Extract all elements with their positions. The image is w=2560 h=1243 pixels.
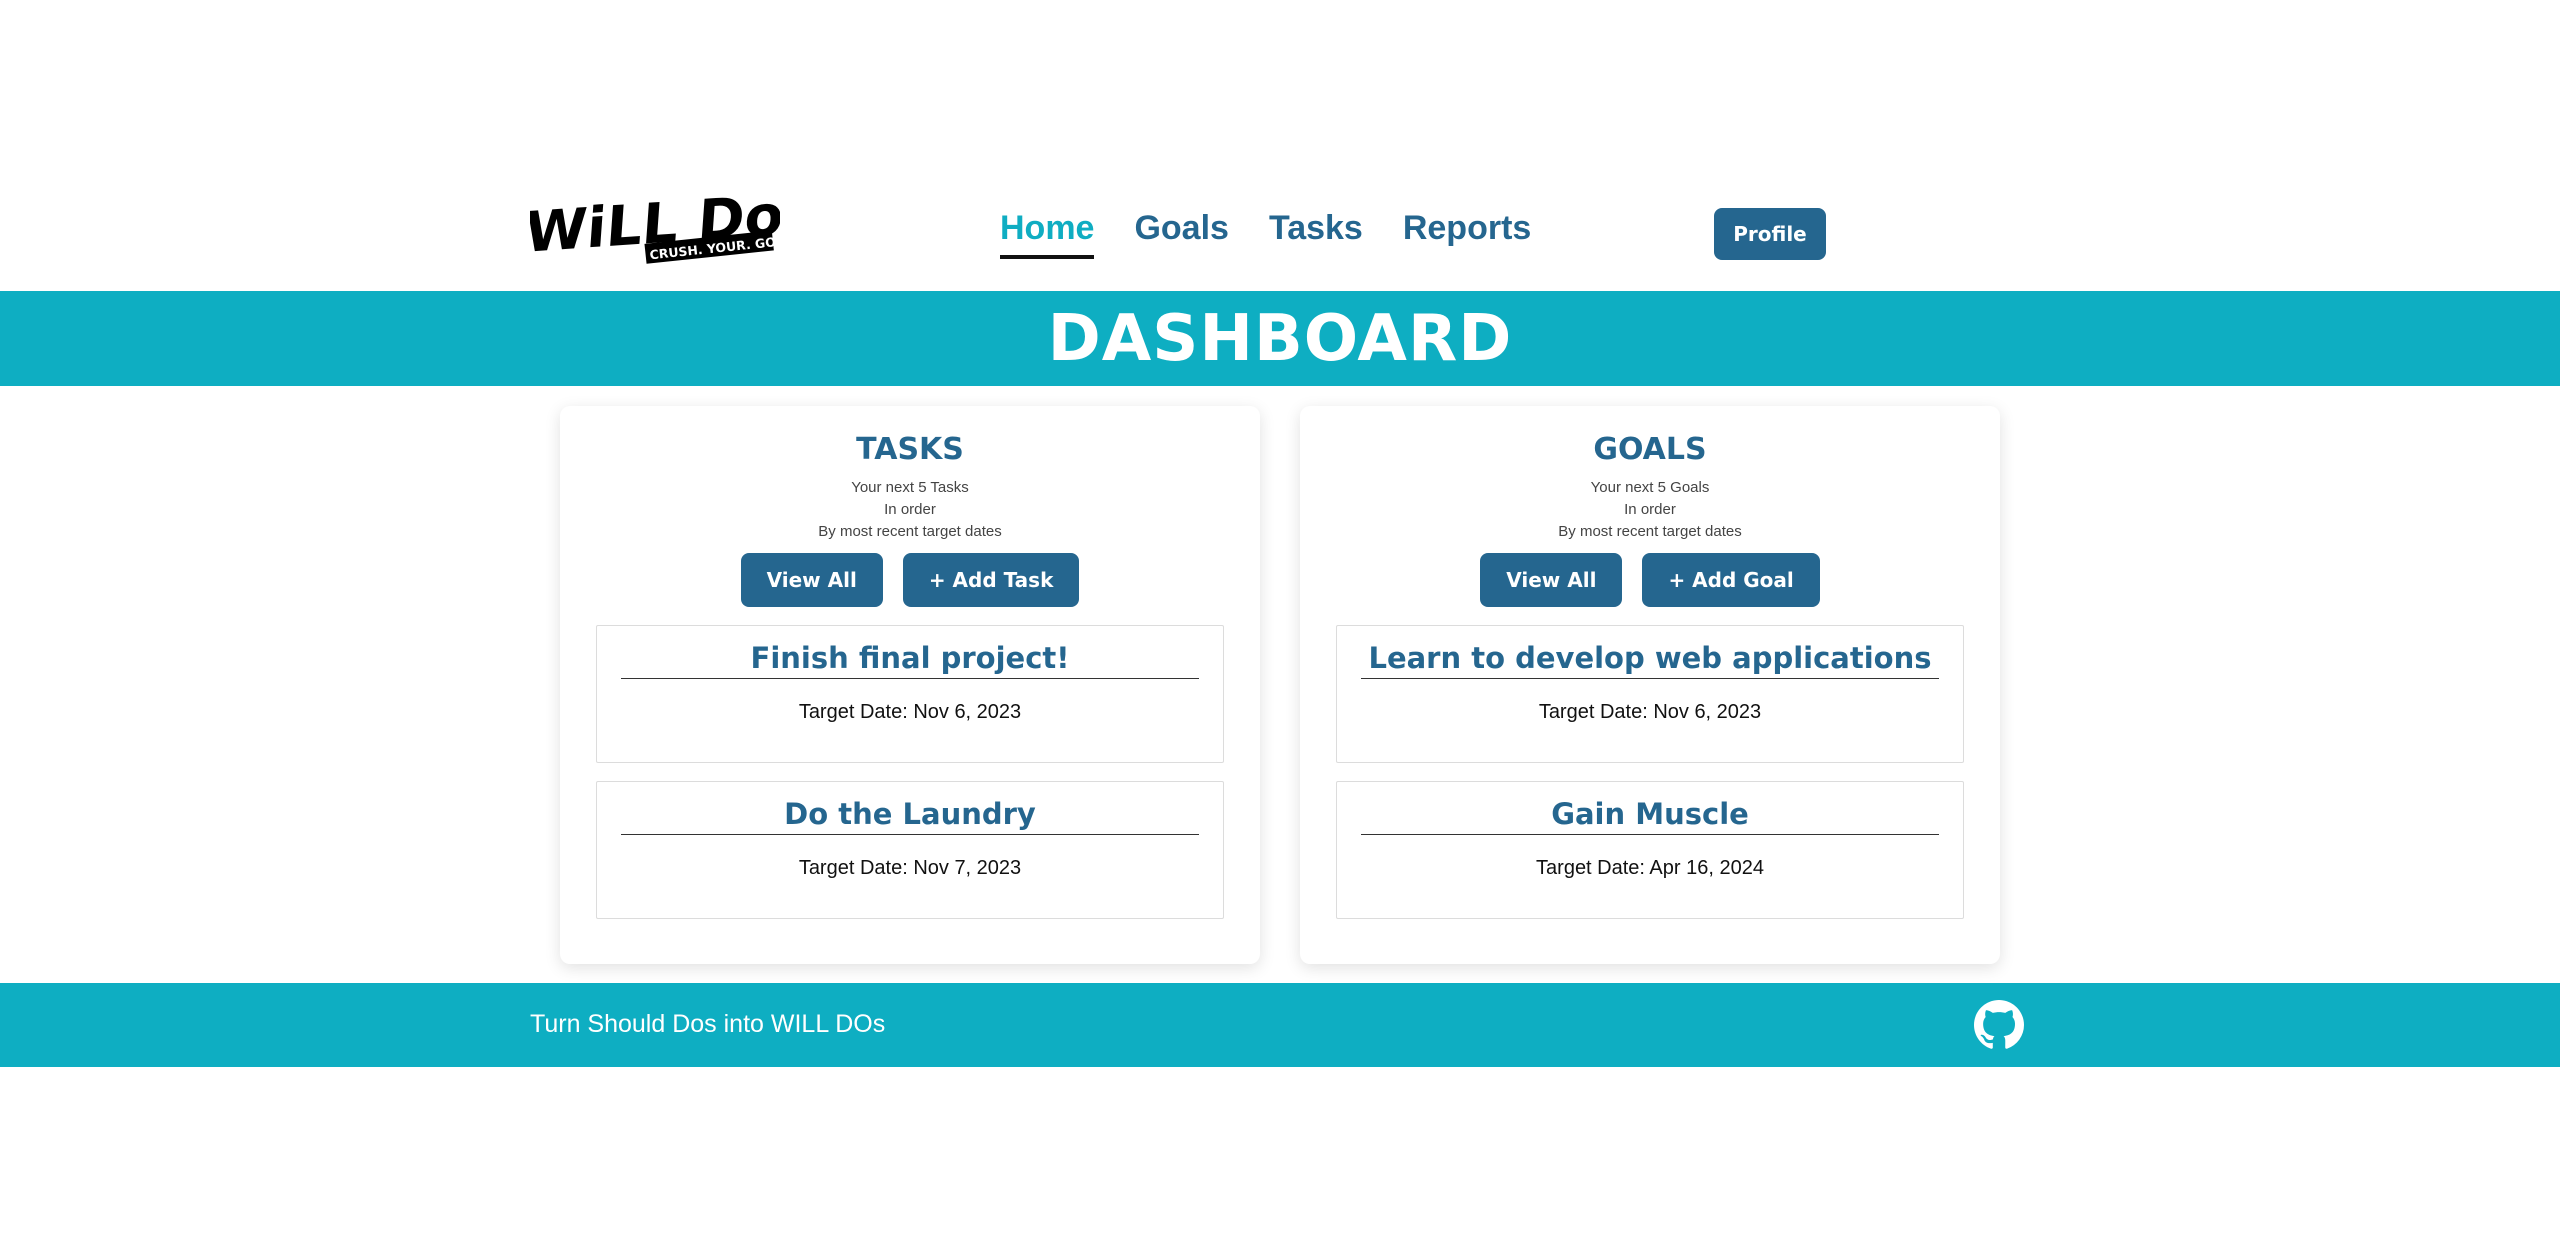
dashboard-banner: DASHBOARD	[0, 291, 2560, 386]
goal-card-title[interactable]: Learn to develop web applications	[1361, 640, 1939, 679]
tasks-panel: TASKS Your next 5 Tasks In order By most…	[560, 406, 1260, 964]
task-card-title[interactable]: Do the Laundry	[621, 796, 1199, 835]
task-card[interactable]: Finish final project! Target Date: Nov 6…	[596, 625, 1224, 763]
tasks-panel-title: TASKS	[856, 432, 964, 467]
view-all-tasks-button[interactable]: View All	[740, 553, 883, 607]
github-icon-graphic	[1974, 1000, 2024, 1049]
tasks-sub-line: Your next 5 Tasks	[851, 479, 969, 496]
task-card-title[interactable]: Finish final project!	[621, 640, 1199, 679]
goals-panel-subtitle: Your next 5 Goals In order By most recen…	[1300, 477, 2000, 543]
task-card-date: Target Date: Nov 6, 2023	[798, 701, 1022, 723]
tasks-actions: View All + Add Task	[560, 553, 1260, 607]
nav-tasks-link[interactable]: Tasks	[1269, 208, 1363, 255]
nav-reports-link[interactable]: Reports	[1403, 208, 1531, 255]
tasks-panel-subtitle: Your next 5 Tasks In order By most recen…	[560, 477, 1260, 543]
footer-tagline: Turn Should Dos into WILL DOs	[530, 1010, 886, 1038]
page-title: DASHBOARD	[1047, 301, 1513, 376]
goals-sub-line: By most recent target dates	[1558, 523, 1742, 540]
view-all-goals-button[interactable]: View All	[1480, 553, 1623, 607]
add-task-button[interactable]: + Add Task	[902, 553, 1080, 607]
goal-card[interactable]: Learn to develop web applications Target…	[1336, 625, 1964, 763]
goals-panel: GOALS Your next 5 Goals In order By most…	[1300, 406, 2000, 964]
nav-goals-link[interactable]: Goals	[1134, 208, 1228, 255]
github-icon[interactable]	[1974, 1000, 2024, 1050]
nav-home-link[interactable]: Home	[1000, 208, 1095, 259]
goals-actions: View All + Add Goal	[1300, 553, 2000, 607]
top-header: WiLL Do CRUSH. YOUR. GOALS. Home Goals T…	[0, 190, 2560, 290]
task-card[interactable]: Do the Laundry Target Date: Nov 7, 2023	[596, 781, 1224, 919]
logo-graphic: WiLL Do CRUSH. YOUR. GOALS.	[530, 190, 780, 266]
add-goal-button[interactable]: + Add Goal	[1642, 553, 1820, 607]
goals-panel-title: GOALS	[1593, 432, 1707, 467]
main-nav: Home Goals Tasks Reports	[1000, 208, 1531, 259]
task-card-date: Target Date: Nov 7, 2023	[798, 857, 1022, 879]
goal-card-date: Target Date: Nov 6, 2023	[1538, 701, 1762, 723]
profile-button[interactable]: Profile	[1714, 208, 1826, 260]
app-logo[interactable]: WiLL Do CRUSH. YOUR. GOALS.	[530, 190, 780, 270]
site-footer: Turn Should Dos into WILL DOs	[0, 983, 2560, 1067]
goals-sub-line: Your next 5 Goals	[1590, 479, 1710, 496]
tasks-sub-line: In order	[884, 501, 936, 518]
goals-sub-line: In order	[1624, 501, 1676, 518]
goal-card-date: Target Date: Apr 16, 2024	[1536, 857, 1764, 879]
tasks-sub-line: By most recent target dates	[818, 523, 1002, 540]
goal-card[interactable]: Gain Muscle Target Date: Apr 16, 2024	[1336, 781, 1964, 919]
goal-card-title[interactable]: Gain Muscle	[1361, 796, 1939, 835]
